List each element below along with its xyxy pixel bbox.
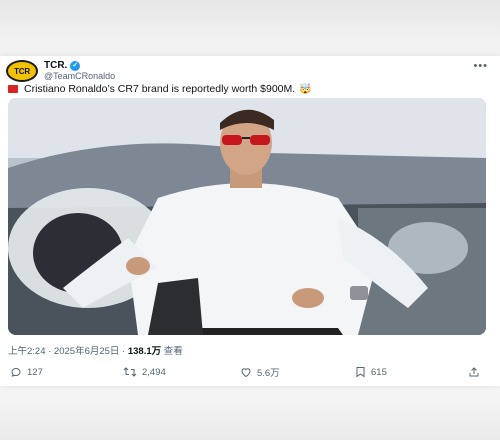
author-name[interactable]: TCR. ✓: [44, 60, 115, 71]
like-button[interactable]: 5.6万: [240, 365, 280, 379]
emoji-icon: 🤯: [299, 83, 312, 95]
retweet-icon: [123, 367, 137, 377]
author-name-text: TCR.: [44, 60, 68, 71]
more-options-button[interactable]: •••: [473, 60, 488, 72]
like-icon: [241, 368, 251, 378]
author-block: TCR. ✓ @TeamCRonaldo: [44, 60, 115, 82]
avatar-text: TCR: [14, 66, 30, 76]
views-count: 138.1万: [127, 346, 162, 357]
tweet-card[interactable]: TCR TCR. ✓ @TeamCRonaldo ••• Cristiano R…: [0, 56, 500, 386]
flag-icon: [8, 85, 18, 93]
tweet-text-body: Cristiano Ronaldo’s CR7 brand is reporte…: [24, 83, 296, 95]
like-count: 5.6万: [257, 368, 280, 379]
action-bar: 127 2,494 5.6万 615: [0, 362, 500, 382]
tweet-timestamp[interactable]: 上午2:24 · 2025年6月25日 ·: [8, 346, 128, 357]
reply-count: 127: [27, 366, 43, 378]
bookmark-count: 615: [371, 366, 387, 378]
tweet-photo[interactable]: [8, 98, 486, 335]
avatar[interactable]: TCR: [6, 60, 38, 82]
bookmark-icon: [356, 367, 365, 378]
views-label: 查看: [161, 346, 183, 357]
share-button[interactable]: [468, 366, 485, 378]
retweet-button[interactable]: 2,494: [123, 366, 166, 378]
photo-illustration: [8, 98, 486, 335]
author-handle[interactable]: @TeamCRonaldo: [44, 71, 115, 82]
tweet-meta: 上午2:24 · 2025年6月25日 · 138.1万 查看: [8, 343, 183, 357]
reply-icon: [11, 367, 21, 377]
tweet-text: Cristiano Ronaldo’s CR7 brand is reporte…: [8, 83, 312, 95]
retweet-count: 2,494: [142, 366, 166, 378]
tweet-header: TCR TCR. ✓ @TeamCRonaldo: [6, 60, 115, 82]
reply-button[interactable]: 127: [10, 366, 43, 378]
bookmark-button[interactable]: 615: [355, 366, 387, 378]
verified-badge-icon: ✓: [70, 60, 81, 71]
share-icon: [469, 367, 479, 377]
